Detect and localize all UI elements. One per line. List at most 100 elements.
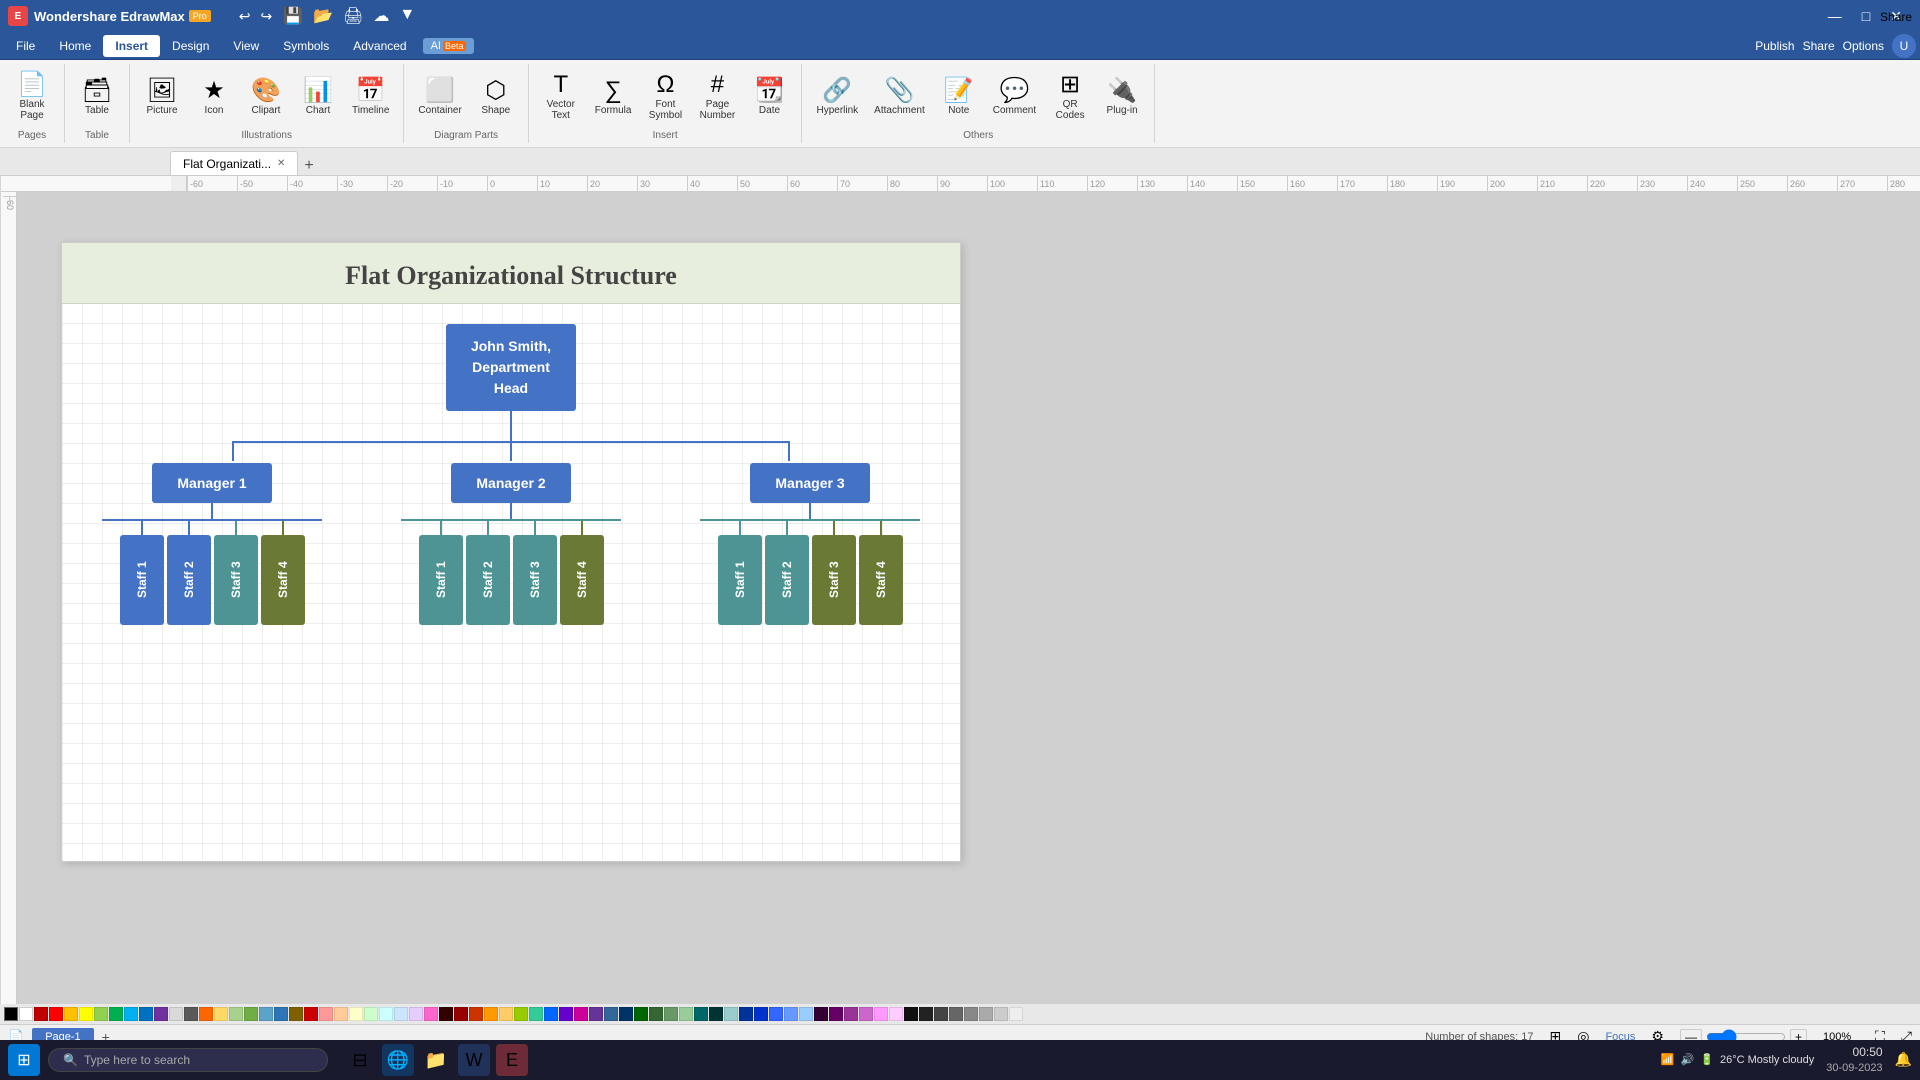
color-mediumblue[interactable] <box>274 1007 288 1021</box>
staff-m2-3[interactable]: Staff 3 <box>513 535 557 625</box>
container-button[interactable]: ⬜ Container <box>412 75 467 120</box>
start-button[interactable]: ⊞ <box>8 1044 40 1076</box>
menu-design[interactable]: Design <box>160 35 221 57</box>
color-lightgray2[interactable] <box>979 1007 993 1021</box>
color-darkpurple[interactable] <box>814 1007 828 1021</box>
color-steelblue[interactable] <box>259 1007 273 1021</box>
color-amber[interactable] <box>484 1007 498 1021</box>
edraw-icon[interactable]: E <box>496 1044 528 1076</box>
shape-button[interactable]: ⬡ Shape <box>472 75 520 120</box>
publish-button[interactable]: Publish <box>1755 39 1794 53</box>
color-celadon[interactable] <box>679 1007 693 1021</box>
staff-m2-4[interactable]: Staff 4 <box>560 535 604 625</box>
notification-icon[interactable]: 🔔 <box>1895 1051 1912 1068</box>
color-nearwhite[interactable] <box>1009 1007 1023 1021</box>
manager-1-box[interactable]: Manager 1 <box>152 463 272 503</box>
menu-symbols[interactable]: Symbols <box>271 35 341 57</box>
staff-m1-3[interactable]: Staff 3 <box>214 535 258 625</box>
taskbar-search[interactable]: 🔍 Type here to search <box>48 1048 328 1072</box>
color-red[interactable] <box>49 1007 63 1021</box>
close-tab-icon[interactable]: ✕ <box>277 158 285 169</box>
blank-page-button[interactable]: 📄 BlankPage <box>8 69 56 125</box>
color-blue[interactable] <box>139 1007 153 1021</box>
chart-button[interactable]: 📊 Chart <box>294 75 342 120</box>
color-white[interactable] <box>19 1007 33 1021</box>
timeline-button[interactable]: 📅 Timeline <box>346 75 395 120</box>
comment-button[interactable]: 💬 Comment <box>987 75 1042 120</box>
color-ultramarine[interactable] <box>754 1007 768 1021</box>
color-hotpink[interactable] <box>424 1007 438 1021</box>
color-moss[interactable] <box>664 1007 678 1021</box>
word-icon[interactable]: W <box>458 1044 490 1076</box>
color-lightblue[interactable] <box>124 1007 138 1021</box>
color-skyblue[interactable] <box>394 1007 408 1021</box>
staff-m2-1[interactable]: Staff 1 <box>419 535 463 625</box>
menu-advanced[interactable]: Advanced <box>341 35 418 57</box>
color-maroon[interactable] <box>439 1007 453 1021</box>
color-darkorange[interactable] <box>199 1007 213 1021</box>
color-darkmaroon[interactable] <box>454 1007 468 1021</box>
save-icon[interactable]: 💾 <box>280 6 306 26</box>
head-node[interactable]: John Smith, Department Head <box>446 324 576 411</box>
menu-insert[interactable]: Insert <box>103 35 160 57</box>
color-sage[interactable] <box>229 1007 243 1021</box>
color-paleblue[interactable] <box>724 1007 738 1021</box>
note-button[interactable]: 📝 Note <box>935 75 983 120</box>
canvas-area[interactable]: -60 -40 -20 0 20 40 60 80 100 120 140 16… <box>1 192 1920 1004</box>
hyperlink-button[interactable]: 🔗 Hyperlink <box>810 75 864 120</box>
color-gold[interactable] <box>214 1007 228 1021</box>
color-cyan[interactable] <box>379 1007 393 1021</box>
formula-button[interactable]: ∑ Formula <box>589 75 638 120</box>
color-darkcyan[interactable] <box>694 1007 708 1021</box>
color-darkgray2[interactable] <box>919 1007 933 1021</box>
staff-m2-2[interactable]: Staff 2 <box>466 535 510 625</box>
color-navy[interactable] <box>619 1007 633 1021</box>
color-violet[interactable] <box>559 1007 573 1021</box>
color-plum[interactable] <box>829 1007 843 1021</box>
menu-home[interactable]: Home <box>47 35 103 57</box>
color-lightgreen[interactable] <box>94 1007 108 1021</box>
staff-m1-2[interactable]: Staff 2 <box>167 535 211 625</box>
staff-m3-4[interactable]: Staff 4 <box>859 535 903 625</box>
undo-button[interactable]: ↩ <box>235 6 255 27</box>
color-silver[interactable] <box>994 1007 1008 1021</box>
manager-2-box[interactable]: Manager 2 <box>451 463 571 503</box>
color-slate[interactable] <box>604 1007 618 1021</box>
color-forest[interactable] <box>649 1007 663 1021</box>
color-purple[interactable] <box>154 1007 168 1021</box>
color-cornflower[interactable] <box>769 1007 783 1021</box>
color-crimson[interactable] <box>304 1007 318 1021</box>
color-orchid[interactable] <box>844 1007 858 1021</box>
maximize-button[interactable]: □ <box>1852 8 1880 25</box>
open-icon[interactable]: 📂 <box>310 6 336 26</box>
color-medgray[interactable] <box>949 1007 963 1021</box>
staff-m3-3[interactable]: Staff 3 <box>812 535 856 625</box>
color-darkgray3[interactable] <box>934 1007 948 1021</box>
color-cream[interactable] <box>349 1007 363 1021</box>
icon-button[interactable]: ★ Icon <box>190 75 238 120</box>
color-gray2[interactable] <box>964 1007 978 1021</box>
color-periwinkle[interactable] <box>784 1007 798 1021</box>
share-button[interactable]: Share <box>1803 39 1835 53</box>
menu-view[interactable]: View <box>221 35 271 57</box>
attachment-button[interactable]: 📎 Attachment <box>868 75 931 120</box>
clipart-button[interactable]: 🎨 Clipart <box>242 75 290 120</box>
color-sandy[interactable] <box>499 1007 513 1021</box>
color-babyblue[interactable] <box>799 1007 813 1021</box>
staff-m1-1[interactable]: Staff 1 <box>120 535 164 625</box>
color-indigo[interactable] <box>589 1007 603 1021</box>
color-lightgray[interactable] <box>169 1007 183 1021</box>
color-pink2[interactable] <box>874 1007 888 1021</box>
qr-codes-button[interactable]: ⊞ QRCodes <box>1046 69 1094 125</box>
staff-m3-2[interactable]: Staff 2 <box>765 535 809 625</box>
table-button[interactable]: 🗃 Table <box>73 75 121 120</box>
diagram-canvas[interactable]: Flat Organizational Structure John Smith… <box>61 242 961 862</box>
plugin-button[interactable]: 🔌 Plug-in <box>1098 75 1146 120</box>
page-number-button[interactable]: # PageNumber <box>693 69 741 125</box>
color-yellow[interactable] <box>79 1007 93 1021</box>
color-darkgreen[interactable] <box>634 1007 648 1021</box>
minimize-button[interactable]: — <box>1818 8 1852 25</box>
color-darkred[interactable] <box>34 1007 48 1021</box>
color-gray[interactable] <box>184 1007 198 1021</box>
color-darkyellow[interactable] <box>289 1007 303 1021</box>
